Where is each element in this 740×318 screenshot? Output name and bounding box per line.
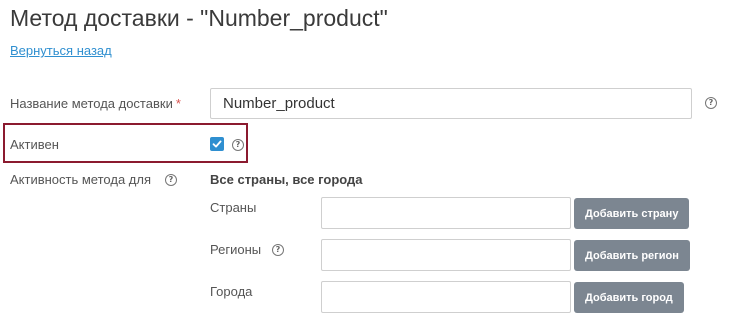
delivery-method-page: Метод доставки - "Number_product" Вернут…	[0, 0, 740, 318]
help-icon[interactable]: ?	[705, 97, 717, 109]
check-icon	[212, 140, 222, 148]
countries-input[interactable]	[321, 197, 571, 229]
activity-label: Активность метода для	[10, 172, 152, 187]
regions-input[interactable]	[321, 239, 571, 271]
cities-input[interactable]	[321, 281, 571, 313]
cities-label: Города	[210, 284, 253, 299]
back-link[interactable]: Вернуться назад	[10, 43, 112, 58]
regions-label: Регионы	[210, 242, 262, 257]
add-region-button[interactable]: Добавить регион	[574, 240, 690, 271]
activity-value: Все страны, все города	[210, 172, 363, 187]
active-label: Активен	[10, 137, 59, 152]
add-city-button[interactable]: Добавить город	[574, 282, 684, 313]
help-icon[interactable]: ?	[232, 139, 244, 151]
name-field-label-text: Название метода доставки	[10, 96, 173, 111]
add-country-button[interactable]: Добавить страну	[574, 198, 690, 229]
active-checkbox[interactable]	[210, 137, 224, 151]
name-field-label: Название метода доставки *	[10, 96, 181, 111]
page-title: Метод доставки - "Number_product"	[10, 5, 388, 31]
required-mark: *	[175, 96, 181, 111]
help-icon[interactable]: ?	[165, 174, 177, 186]
countries-label: Страны	[210, 200, 257, 215]
name-input[interactable]	[210, 88, 692, 119]
help-icon[interactable]: ?	[272, 244, 284, 256]
